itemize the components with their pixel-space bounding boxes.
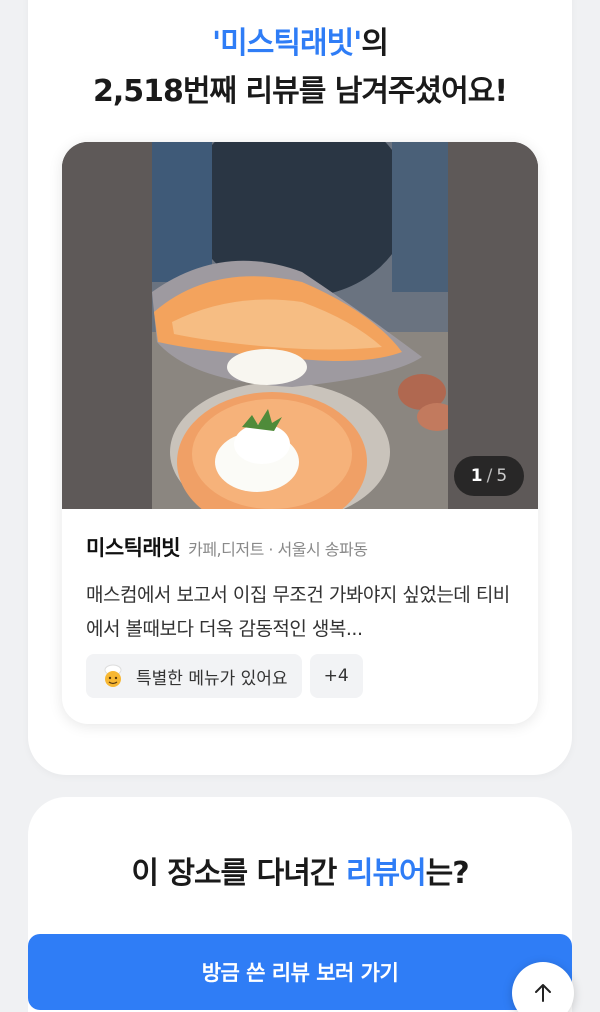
reviewers-section-title: 이 장소를 다녀간 리뷰어는? (0, 848, 600, 892)
photo-counter-total: 5 (496, 466, 508, 486)
keyword-tags: 특별한 메뉴가 있어요 +4 (86, 654, 363, 698)
place-info: 미스틱래빗 카페,디저트 · 서울시 송파동 (86, 532, 368, 562)
photo-counter-separator: / (486, 466, 493, 486)
headline-place-name: '미스틱래빗' (212, 26, 362, 61)
arrow-up-icon (535, 984, 551, 1002)
review-photo[interactable]: 1/5 (62, 142, 538, 509)
section-title-post: 는? (425, 856, 470, 891)
tag-more-label: +4 (323, 666, 349, 686)
headline-suffix: 의 (361, 26, 389, 61)
headline-line2: 2,518번째 리뷰를 남겨주셨어요! (92, 74, 508, 109)
photo-counter-current: 1 (470, 466, 483, 486)
dessert-photo-image (62, 142, 538, 509)
place-meta: 카페,디저트 · 서울시 송파동 (188, 540, 368, 559)
tag-label: 특별한 메뉴가 있어요 (136, 668, 288, 689)
place-name[interactable]: 미스틱래빗 (86, 532, 181, 562)
chef-icon (104, 664, 122, 687)
section-title-highlight: 리뷰어 (345, 856, 427, 891)
view-review-button[interactable]: 방금 쓴 리뷰 보러 가기 (28, 934, 572, 1010)
headline-line1: '미스틱래빗'의 (0, 18, 600, 62)
tag-more-count: +4 (309, 654, 363, 698)
review-card[interactable]: 1/5 미스틱래빗 카페,디저트 · 서울시 송파동 매스컴에서 보고서 이집 … (62, 142, 538, 724)
photo-counter: 1/5 (454, 456, 524, 496)
section-title-pre: 이 장소를 다녀간 (131, 856, 346, 891)
tag-special-menu: 특별한 메뉴가 있어요 (86, 654, 302, 698)
review-text[interactable]: 매스컴에서 보고서 이집 무조건 가봐야지 싶었는데 티비에서 볼때보다 더욱 … (86, 578, 522, 646)
